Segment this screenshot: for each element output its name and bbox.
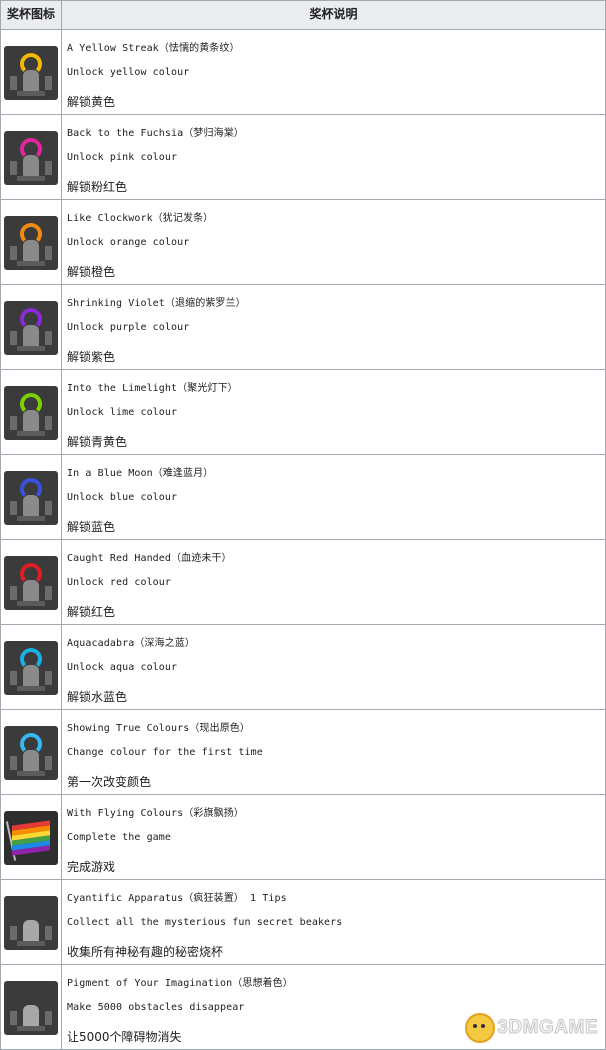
table-row: With Flying Colours（彩旗飘扬） Complete the ga… [1, 795, 606, 880]
trophy-requirement-cn: 解锁黄色 [67, 93, 115, 110]
icon-cell [1, 370, 62, 454]
trophy-name: Aquacadabra（深海之蓝） [67, 634, 195, 649]
true-colours-trophy-icon [4, 726, 58, 780]
table-row: In a Blue Moon（难逢蓝月） Unlock blue colour 解锁… [1, 455, 606, 540]
trophy-requirement: Unlock red colour [67, 577, 171, 588]
trophy-requirement-cn: 解锁青黄色 [67, 433, 127, 450]
icon-cell [1, 200, 62, 284]
trophy-requirement-cn: 收集所有神秘有趣的秘密烧杯 [67, 943, 223, 960]
trophy-requirement: Unlock blue colour [67, 492, 177, 503]
table-row: Aquacadabra（深海之蓝） Unlock aqua colour 解锁水蓝色 [1, 625, 606, 710]
trophy-name: In a Blue Moon（难逢蓝月） [67, 464, 213, 479]
icon-cell [1, 965, 62, 1049]
trophy-requirement: Collect all the mysterious fun secret be… [67, 917, 342, 928]
icon-cell [1, 795, 62, 879]
trophy-name: With Flying Colours（彩旗飘扬） [67, 804, 244, 819]
yellow-trophy-icon [4, 46, 58, 100]
orange-trophy-icon [4, 216, 58, 270]
icon-cell [1, 115, 62, 199]
trophy-requirement-cn: 解锁粉红色 [67, 178, 127, 195]
table-row: Shrinking Violet（退缩的紫罗兰） Unlock purple co… [1, 285, 606, 370]
trophy-name: A Yellow Streak（怯懦的黄条纹） [67, 39, 240, 54]
trophy-requirement: Unlock purple colour [67, 322, 189, 333]
trophy-name: Showing True Colours（现出原色） [67, 719, 250, 734]
trophy-requirement-cn: 解锁水蓝色 [67, 688, 127, 705]
trophy-requirement-cn: 完成游戏 [67, 858, 115, 875]
header-description-column: 奖杯说明 [62, 1, 606, 29]
trophy-requirement: Unlock orange colour [67, 237, 189, 248]
description-cell: Back to the Fuchsia（梦归海棠） Unlock pink col… [62, 115, 606, 199]
description-cell: With Flying Colours（彩旗飘扬） Complete the ga… [62, 795, 606, 879]
trophy-requirement: Change colour for the first time [67, 747, 263, 758]
table-row: Cyantific Apparatus（疯狂装置） 1 Tips Collect … [1, 880, 606, 965]
trophy-requirement-cn: 第一次改变颜色 [67, 773, 151, 790]
description-cell: In a Blue Moon（难逢蓝月） Unlock blue colour 解锁… [62, 455, 606, 539]
pink-trophy-icon [4, 131, 58, 185]
table-row: Caught Red Handed（血迹未干） Unlock red colour… [1, 540, 606, 625]
mascot-logo-icon [465, 1013, 495, 1043]
trophy-name: Back to the Fuchsia（梦归海棠） [67, 124, 244, 139]
table-row: Into the Limelight（聚光灯下） Unlock lime colo… [1, 370, 606, 455]
table-row: Showing True Colours（现出原色） Change colour … [1, 710, 606, 795]
lime-trophy-icon [4, 386, 58, 440]
table-body: A Yellow Streak（怯懦的黄条纹） Unlock yellow col… [1, 30, 606, 1050]
apparatus-trophy-icon [4, 896, 58, 950]
table-row: A Yellow Streak（怯懦的黄条纹） Unlock yellow col… [1, 30, 606, 115]
trophy-requirement-cn: 让5000个障碍物消失 [67, 1028, 182, 1045]
trophy-requirement-cn: 解锁橙色 [67, 263, 115, 280]
icon-cell [1, 625, 62, 709]
description-cell: Shrinking Violet（退缩的紫罗兰） Unlock purple co… [62, 285, 606, 369]
trophy-requirement-cn: 解锁蓝色 [67, 518, 115, 535]
trophy-name: Shrinking Violet（退缩的紫罗兰） [67, 294, 246, 309]
description-cell: Aquacadabra（深海之蓝） Unlock aqua colour 解锁水蓝色 [62, 625, 606, 709]
description-cell: Cyantific Apparatus（疯狂装置） 1 Tips Collect … [62, 880, 606, 964]
trophy-requirement: Complete the game [67, 832, 171, 843]
icon-cell [1, 880, 62, 964]
trophy-requirement: Unlock yellow colour [67, 67, 189, 78]
watermark: 3DMGAME [465, 1013, 598, 1043]
trophy-name: Like Clockwork（犹记发条） [67, 209, 213, 224]
icon-cell [1, 710, 62, 794]
icon-cell [1, 540, 62, 624]
trophy-requirement: Make 5000 obstacles disappear [67, 1002, 245, 1013]
trophy-name: Cyantific Apparatus（疯狂装置） 1 Tips [67, 889, 287, 904]
table-row: Back to the Fuchsia（梦归海棠） Unlock pink col… [1, 115, 606, 200]
trophy-requirement-cn: 解锁红色 [67, 603, 115, 620]
trophy-requirement: Unlock lime colour [67, 407, 177, 418]
trophy-table: 奖杯图标 奖杯说明 A Yellow Streak（怯懦的黄条纹） Unlock … [0, 0, 606, 1050]
table-row: Like Clockwork（犹记发条） Unlock orange colour… [1, 200, 606, 285]
trophy-name: Into the Limelight（聚光灯下） [67, 379, 238, 394]
trophy-name: Pigment of Your Imagination（思想着色） [67, 974, 293, 989]
description-cell: Into the Limelight（聚光灯下） Unlock lime colo… [62, 370, 606, 454]
description-cell: Like Clockwork（犹记发条） Unlock orange colour… [62, 200, 606, 284]
watermark-text: 3DMGAME [497, 1017, 598, 1039]
table-header: 奖杯图标 奖杯说明 [1, 0, 606, 30]
description-cell: A Yellow Streak（怯懦的黄条纹） Unlock yellow col… [62, 30, 606, 114]
red-trophy-icon [4, 556, 58, 610]
imagination-trophy-icon [4, 981, 58, 1035]
trophy-name: Caught Red Handed（血迹未干） [67, 549, 232, 564]
blue-trophy-icon [4, 471, 58, 525]
purple-trophy-icon [4, 301, 58, 355]
trophy-requirement: Unlock pink colour [67, 152, 177, 163]
description-cell: Caught Red Handed（血迹未干） Unlock red colour… [62, 540, 606, 624]
aqua-trophy-icon [4, 641, 58, 695]
trophy-requirement: Unlock aqua colour [67, 662, 177, 673]
rainbow-flag-icon [4, 811, 58, 865]
icon-cell [1, 455, 62, 539]
header-icon-column: 奖杯图标 [1, 1, 62, 29]
icon-cell [1, 30, 62, 114]
description-cell: Showing True Colours（现出原色） Change colour … [62, 710, 606, 794]
trophy-requirement-cn: 解锁紫色 [67, 348, 115, 365]
icon-cell [1, 285, 62, 369]
